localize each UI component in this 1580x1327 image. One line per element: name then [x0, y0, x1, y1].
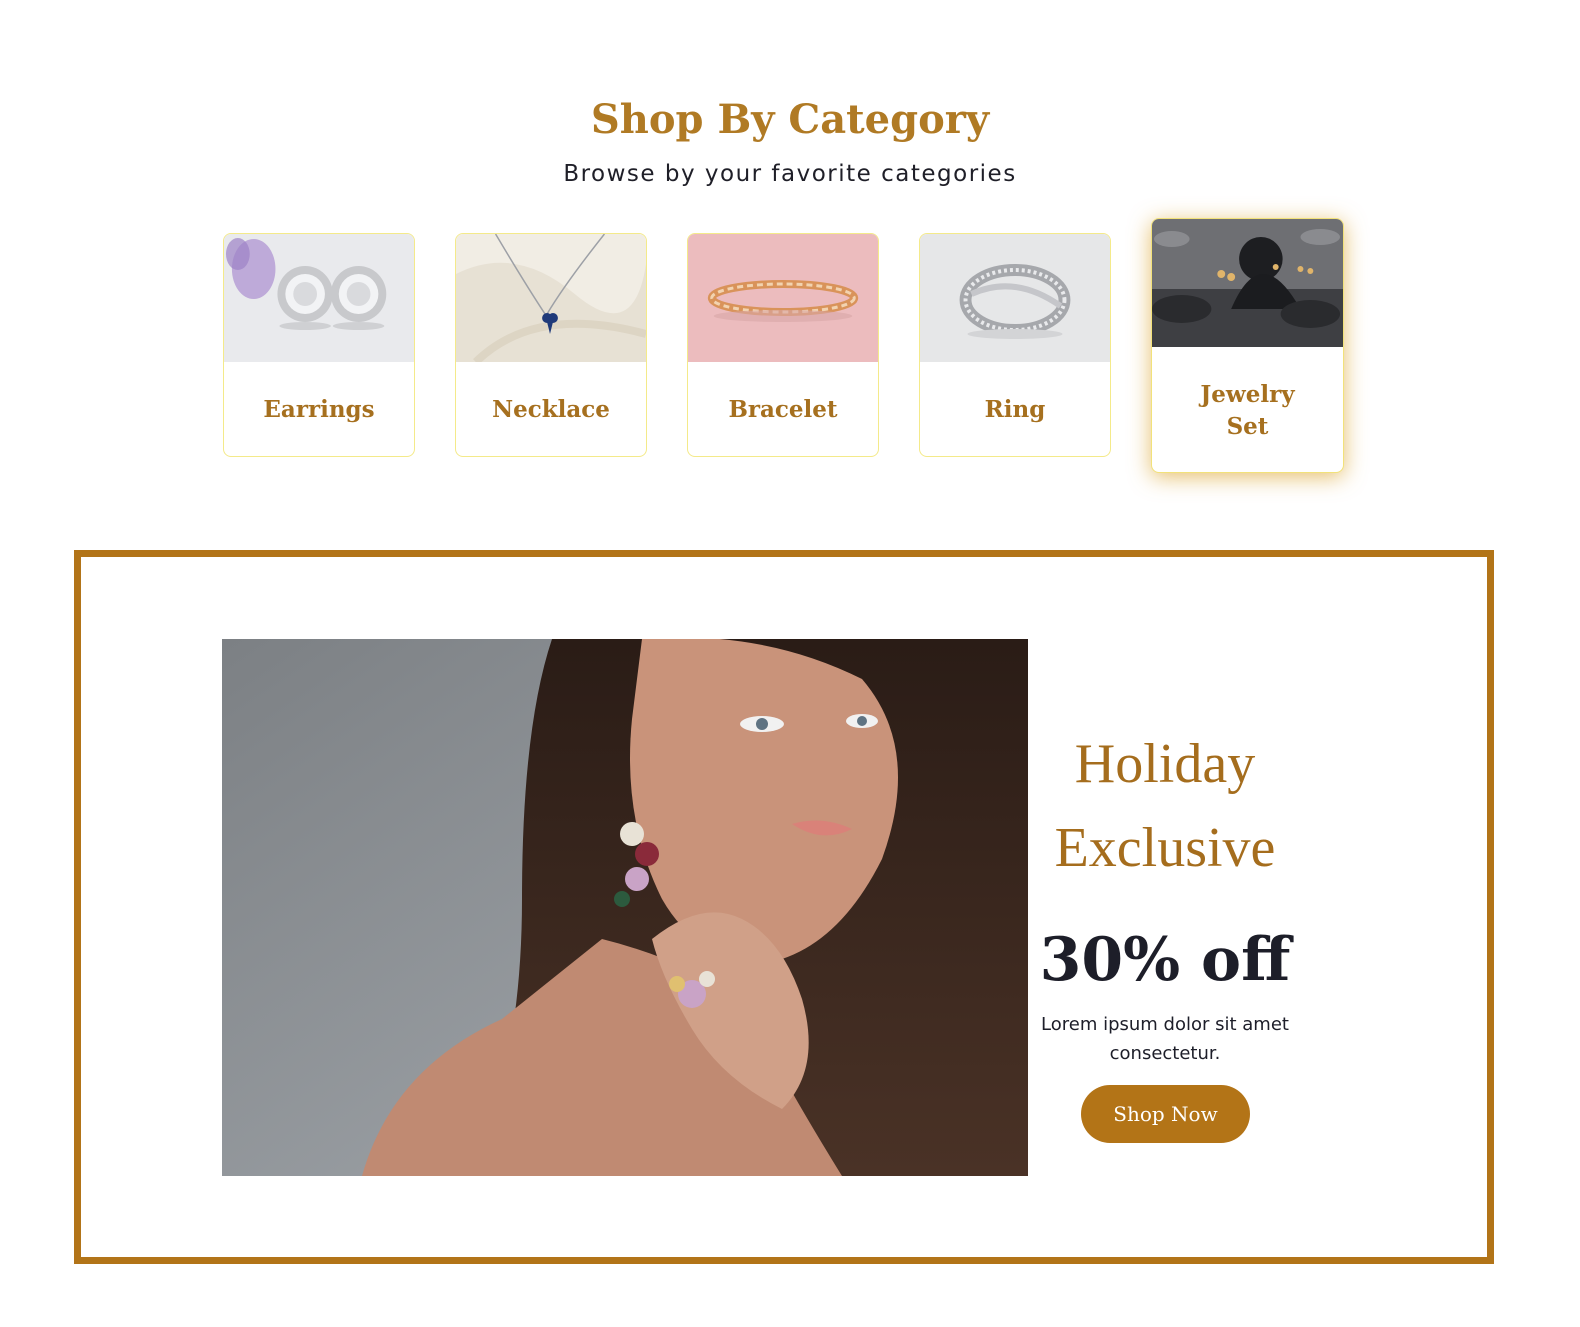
section-subtitle: Browse by your favorite categories: [563, 161, 1017, 187]
promo-headline-line1: Holiday: [1074, 733, 1256, 795]
category-label: Jewelry Set: [1200, 380, 1295, 440]
earrings-image: [224, 234, 414, 362]
section-title: Shop By Category: [590, 96, 990, 143]
category-label: Earrings: [263, 396, 375, 423]
shop-now-button[interactable]: Shop Now: [1081, 1085, 1250, 1143]
category-card-bracelet[interactable]: Bracelet: [687, 233, 879, 457]
ring-image: [920, 234, 1110, 362]
promo-description: Lorem ipsum dolor sit amet consectetur.: [1041, 1014, 1289, 1064]
promo-model-image: [222, 639, 1028, 1176]
category-card-earrings[interactable]: Earrings: [223, 233, 415, 457]
promo-discount: 30% off: [1039, 925, 1291, 995]
jewelry-set-image: [1152, 219, 1343, 347]
category-card-jewelry-set[interactable]: Jewelry Set: [1151, 218, 1344, 473]
category-card-necklace[interactable]: Necklace: [455, 233, 647, 457]
category-label: Necklace: [492, 396, 610, 423]
category-label: Bracelet: [728, 396, 838, 423]
category-label: Ring: [984, 396, 1046, 423]
bracelet-image: [688, 234, 878, 362]
necklace-image: [456, 234, 646, 362]
category-card-ring[interactable]: Ring: [919, 233, 1111, 457]
promo-headline-line2: Exclusive: [1054, 817, 1276, 879]
